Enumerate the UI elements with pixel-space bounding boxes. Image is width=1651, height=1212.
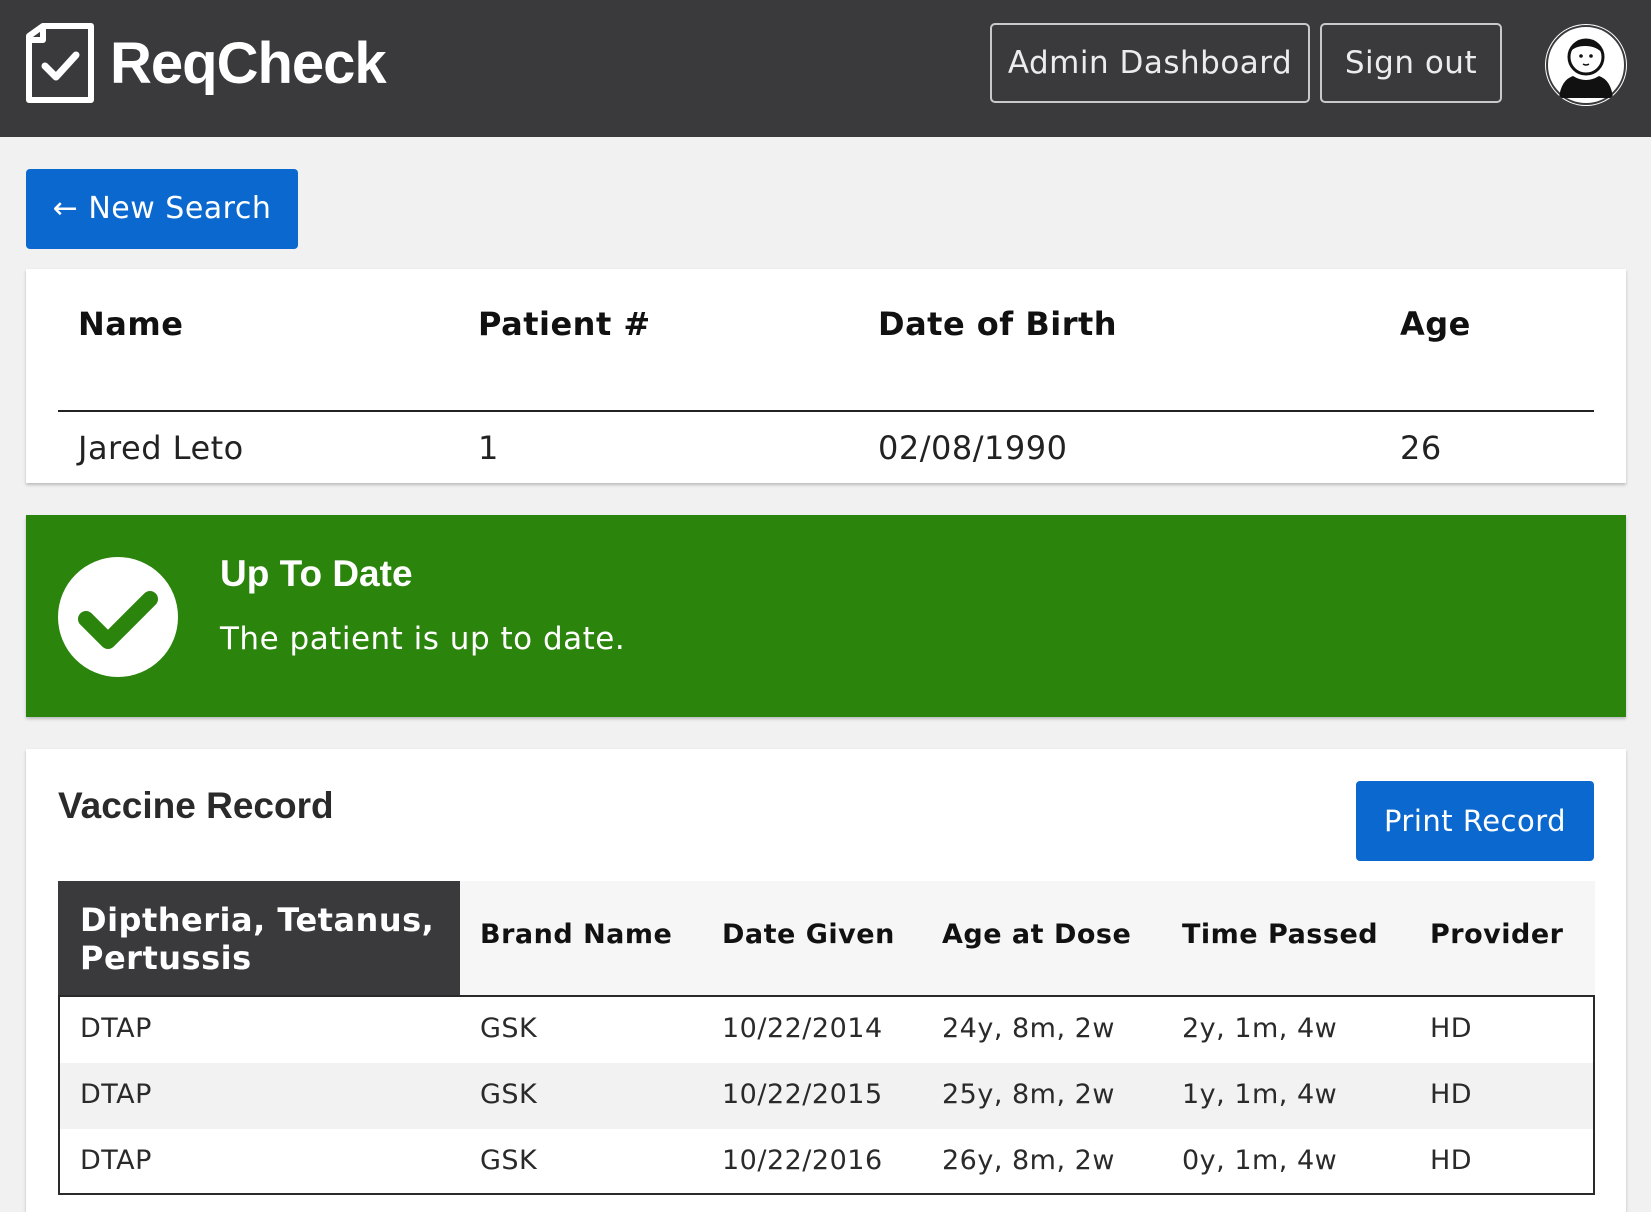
cell-provider: HD [1430,1013,1473,1044]
clipboard-check-icon[interactable] [25,22,97,104]
vaccine-record-card: Vaccine Record Print Record Diptheria, T… [26,749,1626,1212]
brand-name[interactable]: ReqCheck [110,28,387,100]
cell-date-given: 10/22/2014 [722,1013,883,1044]
user-avatar-icon[interactable] [1545,24,1627,106]
cell-age-at-dose: 26y, 8m, 2w [942,1145,1115,1176]
cell-vaccine: DTAP [80,1013,152,1044]
status-message: The patient is up to date. [220,621,626,657]
admin-dashboard-button[interactable]: Admin Dashboard [990,23,1310,103]
cell-brand: GSK [480,1013,538,1044]
cell-age-at-dose: 24y, 8m, 2w [942,1013,1115,1044]
patient-header-number: Patient # [478,305,651,343]
cell-time-passed: 2y, 1m, 4w [1182,1013,1338,1044]
table-row: DTAP GSK 10/22/2015 25y, 8m, 2w 1y, 1m, … [60,1063,1593,1129]
status-banner: Up To Date The patient is up to date. [26,515,1626,717]
cell-provider: HD [1430,1079,1473,1110]
vaccine-record-title: Vaccine Record [58,785,334,826]
status-title: Up To Date [220,553,413,594]
cell-vaccine: DTAP [80,1145,152,1176]
patient-header-age: Age [1400,305,1471,343]
sign-out-button[interactable]: Sign out [1320,23,1502,103]
new-search-button[interactable]: ← New Search [26,169,298,249]
cell-provider: HD [1430,1145,1473,1176]
column-time-passed: Time Passed [1182,919,1379,950]
cell-brand: GSK [480,1079,538,1110]
table-row: DTAP GSK 10/22/2016 26y, 8m, 2w 0y, 1m, … [60,1129,1593,1195]
column-date-given: Date Given [722,919,895,950]
patient-number: 1 [478,429,499,467]
patient-dob: 02/08/1990 [878,429,1068,467]
patient-age: 26 [1400,429,1442,467]
print-record-button[interactable]: Print Record [1356,781,1594,861]
column-age-at-dose: Age at Dose [942,919,1132,950]
vaccine-table-body: DTAP GSK 10/22/2014 24y, 8m, 2w 2y, 1m, … [58,995,1595,1195]
patient-info-card: Name Patient # Date of Birth Age Jared L… [26,269,1626,483]
cell-time-passed: 0y, 1m, 4w [1182,1145,1338,1176]
cell-time-passed: 1y, 1m, 4w [1182,1079,1338,1110]
cell-brand: GSK [480,1145,538,1176]
vaccine-group-name: Diptheria, Tetanus, Pertussis [58,881,460,995]
patient-header-name: Name [78,305,184,343]
vaccine-table-header: Diptheria, Tetanus, Pertussis Brand Name… [58,881,1595,995]
patient-name: Jared Leto [78,429,244,467]
cell-date-given: 10/22/2016 [722,1145,883,1176]
top-navbar: ReqCheck Admin Dashboard Sign out [0,0,1651,137]
cell-date-given: 10/22/2015 [722,1079,883,1110]
patient-header-dob: Date of Birth [878,305,1118,343]
column-brand-name: Brand Name [480,919,673,950]
column-provider: Provider [1430,919,1564,950]
cell-vaccine: DTAP [80,1079,152,1110]
checkmark-icon [58,557,178,677]
cell-age-at-dose: 25y, 8m, 2w [942,1079,1115,1110]
table-row: DTAP GSK 10/22/2014 24y, 8m, 2w 2y, 1m, … [60,997,1593,1063]
header-divider [58,410,1594,412]
